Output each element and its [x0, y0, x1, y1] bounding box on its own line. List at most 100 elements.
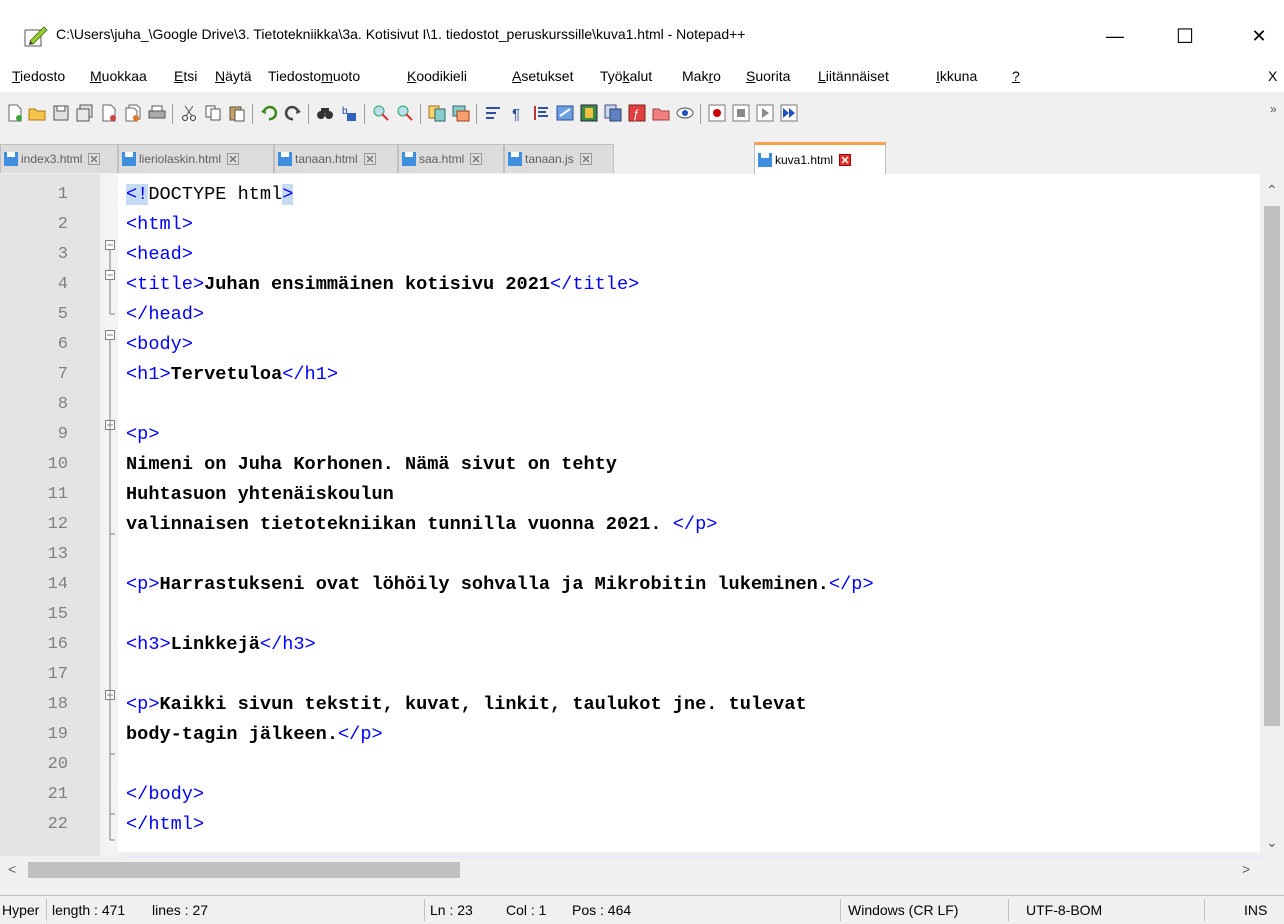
- undo-icon[interactable]: [260, 104, 278, 122]
- menu-makro[interactable]: Makro: [682, 68, 721, 84]
- code-line: 19 body-tagin jälkeen.</p>: [47, 724, 383, 745]
- code-editor[interactable]: 1 <!DOCTYPE html> 2 <html> 3 <head> 4 <title…: [0, 174, 1284, 856]
- close-file-icon[interactable]: [100, 104, 118, 122]
- close-all-icon[interactable]: [124, 104, 142, 122]
- status-bar: Hyper length : 471 lines : 27 Ln : 23 Co…: [0, 895, 1284, 924]
- close-tab-icon[interactable]: [363, 153, 376, 165]
- code-line: 16 <h3>Linkkejä</h3>: [47, 634, 316, 655]
- open-file-icon[interactable]: [28, 104, 46, 122]
- menu-ikkuna[interactable]: Ikkuna: [936, 68, 977, 84]
- svg-text:¶: ¶: [512, 106, 520, 122]
- function-list-icon[interactable]: [604, 104, 622, 122]
- new-file-icon[interactable]: [6, 104, 24, 122]
- minimize-button[interactable]: —: [1092, 14, 1138, 58]
- status-position: Pos : 464: [572, 902, 632, 918]
- code-line: 14 <p>Harrastukseni ovat löhöily sohvalla…: [47, 574, 874, 595]
- show-all-characters-icon[interactable]: ¶: [508, 104, 526, 122]
- vertical-scroll-thumb[interactable]: [1264, 206, 1280, 726]
- menu-tiedostomuoto[interactable]: Tiedostomuoto: [268, 68, 360, 84]
- play-macro-icon[interactable]: [756, 104, 774, 122]
- copy-icon[interactable]: [204, 104, 222, 122]
- tab-tanaan-js[interactable]: tanaan.js: [504, 144, 614, 173]
- close-button[interactable]: ✕: [1236, 14, 1282, 58]
- close-tab-icon[interactable]: [470, 153, 483, 165]
- close-tab-icon[interactable]: [88, 153, 101, 165]
- stop-macro-icon[interactable]: [732, 104, 750, 122]
- menu-nayta[interactable]: Näytä: [215, 68, 252, 84]
- document-map-icon[interactable]: [580, 104, 598, 122]
- scroll-right-arrow-icon[interactable]: >: [1242, 861, 1250, 877]
- word-wrap-icon[interactable]: [484, 104, 502, 122]
- menu-koodikieli[interactable]: Koodikieli: [407, 68, 467, 84]
- menu-muokkaa[interactable]: Muokkaa: [90, 68, 147, 84]
- code-line: 10 Nimeni on Juha Korhonen. Nämä sivut on…: [47, 454, 617, 475]
- tab-kuva1[interactable]: kuva1.html: [754, 142, 886, 174]
- tab-label: index3.html: [21, 152, 83, 166]
- close-tab-icon[interactable]: [579, 153, 592, 165]
- menu-liitannaiset[interactable]: Liitännäiset: [818, 68, 889, 84]
- status-lines: lines : 27: [152, 902, 209, 918]
- tab-index3[interactable]: index3.html: [0, 144, 118, 173]
- paste-icon[interactable]: [228, 104, 246, 122]
- cut-icon[interactable]: [180, 104, 198, 122]
- code-line: 20: [47, 755, 68, 774]
- find-icon[interactable]: [316, 104, 334, 122]
- toolbar-overflow-icon[interactable]: »: [1270, 102, 1277, 116]
- tab-lieriolaskin[interactable]: lieriolaskin.html: [118, 144, 274, 173]
- menu-etsi[interactable]: Etsi: [174, 68, 197, 84]
- zoom-out-icon[interactable]: [396, 104, 414, 122]
- indent-guide-icon[interactable]: [532, 104, 550, 122]
- status-eol: Windows (CR LF): [848, 902, 959, 918]
- code-line: 4 <title>Juhan ensimmäinen kotisivu 2021<…: [57, 274, 640, 295]
- user-language-icon[interactable]: [556, 104, 574, 122]
- scroll-up-arrow-icon[interactable]: ⌃: [1266, 182, 1278, 199]
- tab-label: lieriolaskin.html: [139, 152, 222, 166]
- code-line: 11 Huhtasuon yhtenäiskoulun: [47, 484, 394, 505]
- status-insert-mode: INS: [1244, 902, 1268, 918]
- vertical-scrollbar[interactable]: ⌃ ⌄: [1260, 174, 1284, 858]
- tab-tanaan-html[interactable]: tanaan.html: [274, 144, 398, 173]
- redo-icon[interactable]: [284, 104, 302, 122]
- code-line: 12 valinnaisen tietotekniikan tunnilla vu…: [47, 514, 718, 535]
- menu-help[interactable]: ?: [1012, 68, 1020, 84]
- status-line: Ln : 23: [430, 902, 473, 918]
- tab-label: tanaan.js: [525, 152, 574, 166]
- code-line: 17: [47, 665, 68, 684]
- file-saved-icon: [4, 152, 18, 166]
- menu-tiedosto[interactable]: Tiedosto: [12, 68, 65, 84]
- replace-icon[interactable]: b: [340, 104, 358, 122]
- save-icon[interactable]: [52, 104, 70, 122]
- status-column: Col : 1: [506, 902, 547, 918]
- code-line: 18 <p>Kaikki sivun tekstit, kuvat, linkit…: [47, 694, 807, 715]
- record-macro-icon[interactable]: [708, 104, 726, 122]
- horizontal-scroll-thumb[interactable]: [28, 862, 460, 878]
- tab-label: saa.html: [419, 152, 465, 166]
- close-tab-icon[interactable]: [839, 153, 852, 166]
- save-all-icon[interactable]: [76, 104, 94, 122]
- menu-asetukset[interactable]: Asetukset: [512, 68, 573, 84]
- menu-tyokalut[interactable]: Työkalut: [600, 68, 652, 84]
- toolbar: b ¶ ƒ »: [0, 92, 1284, 136]
- code-line: 22 </html>: [47, 814, 205, 835]
- tab-saa[interactable]: saa.html: [398, 144, 504, 173]
- tab-label: tanaan.html: [295, 152, 358, 166]
- zoom-in-icon[interactable]: [372, 104, 390, 122]
- scroll-down-arrow-icon[interactable]: ⌄: [1266, 834, 1278, 851]
- menu-suorita[interactable]: Suorita: [746, 68, 790, 84]
- close-document-button[interactable]: X: [1268, 68, 1277, 84]
- folder-workspace-icon[interactable]: ƒ: [628, 104, 646, 122]
- file-saved-icon: [402, 152, 416, 166]
- folder-as-workspace-icon[interactable]: [652, 104, 670, 122]
- svg-text:ƒ: ƒ: [633, 107, 640, 121]
- sync-vertical-icon[interactable]: [428, 104, 446, 122]
- sync-horizontal-icon[interactable]: [452, 104, 470, 122]
- file-saved-icon: [508, 152, 522, 166]
- monitoring-icon[interactable]: [676, 104, 694, 122]
- scroll-left-arrow-icon[interactable]: <: [8, 861, 16, 877]
- run-macro-multiple-icon[interactable]: [780, 104, 798, 122]
- horizontal-scrollbar[interactable]: < >: [0, 858, 1260, 882]
- print-icon[interactable]: [148, 104, 166, 122]
- code-line: 3 <head>: [57, 244, 193, 265]
- close-tab-icon[interactable]: [227, 153, 240, 165]
- maximize-button[interactable]: ☐: [1162, 14, 1208, 58]
